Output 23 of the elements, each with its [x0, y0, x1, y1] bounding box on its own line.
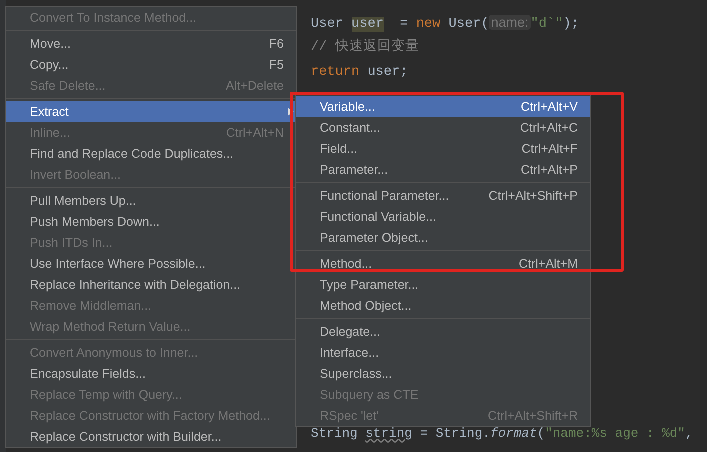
menu-item[interactable]: Constant... Ctrl+Alt+C [296, 117, 590, 138]
menu-item[interactable]: Move... F6 [6, 33, 296, 54]
menu-item[interactable]: Copy... F5 [6, 54, 296, 75]
menu-item[interactable]: Delegate... [296, 321, 590, 342]
menu-item[interactable]: Superclass... [296, 363, 590, 384]
menu-item[interactable]: Variable... Ctrl+Alt+V [296, 96, 590, 117]
menu-item[interactable]: Parameter... Ctrl+Alt+P [296, 159, 590, 180]
menu-item[interactable]: Method Object... [296, 295, 590, 316]
code-line: User user = new User(name:"d`"); [311, 14, 580, 34]
menu-item[interactable]: Replace Constructor with Builder... [6, 426, 296, 447]
menu-item[interactable]: Functional Parameter... Ctrl+Alt+Shift+P [296, 185, 590, 206]
menu-item[interactable]: Field... Ctrl+Alt+F [296, 138, 590, 159]
menu-item[interactable]: Replace Inheritance with Delegation... [6, 274, 296, 295]
menu-item[interactable]: Extract [6, 101, 296, 122]
menu-item[interactable]: Method... Ctrl+Alt+M [296, 253, 590, 274]
menu-item[interactable]: Interface... [296, 342, 590, 363]
code-line: // 快速返回变量 [311, 38, 420, 57]
menu-item[interactable]: Encapsulate Fields... [6, 363, 296, 384]
code-line: return user; [311, 64, 410, 82]
menu-item[interactable]: Type Parameter... [296, 274, 590, 295]
code-line: String string = String.format("name:%s age : %d", [311, 425, 694, 443]
menu-item[interactable]: Parameter Object... [296, 227, 590, 248]
menu-item[interactable]: Functional Variable... [296, 206, 590, 227]
